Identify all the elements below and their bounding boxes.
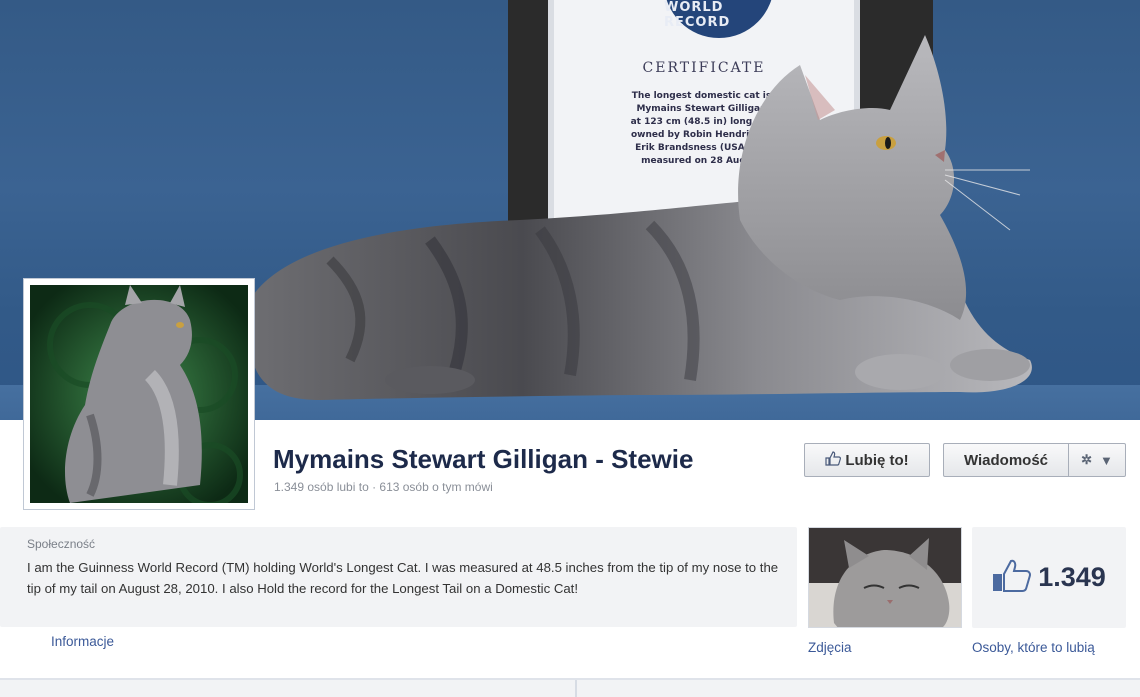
settings-dropdown-button[interactable]: ✲ ▼ xyxy=(1068,443,1126,477)
info-link[interactable]: Informacje xyxy=(51,634,114,649)
chevron-down-icon: ▼ xyxy=(1100,452,1113,468)
like-button-label: Lubię to! xyxy=(845,451,909,469)
column-divider xyxy=(575,680,577,697)
likers-link[interactable]: Osoby, które to lubią xyxy=(972,640,1095,655)
page-category: Społeczność xyxy=(27,537,96,551)
photos-link[interactable]: Zdjęcia xyxy=(808,640,852,655)
gear-icon: ✲ xyxy=(1081,452,1093,467)
thumbs-up-icon xyxy=(825,450,842,470)
profile-picture[interactable] xyxy=(23,278,255,510)
page-description: I am the Guinness World Record (TM) hold… xyxy=(27,560,779,596)
like-button[interactable]: Lubię to! xyxy=(804,443,930,477)
likes-box[interactable]: 1.349 xyxy=(972,527,1126,628)
page-stats: 1.349 osób lubi to · 613 osób o tym mówi xyxy=(274,480,493,494)
thumbs-up-icon xyxy=(992,559,1032,597)
profile-cat-illustration xyxy=(30,285,248,503)
likes-count: 1.349 xyxy=(1038,562,1106,592)
bottom-section-strip xyxy=(0,678,1140,697)
message-button-label: Wiadomość xyxy=(963,451,1049,469)
message-button[interactable]: Wiadomość xyxy=(943,443,1069,477)
profile-image xyxy=(30,285,248,503)
page-title: Mymains Stewart Gilligan - Stewie xyxy=(273,444,694,474)
photo-cat-face xyxy=(809,528,961,627)
photos-thumbnail[interactable] xyxy=(808,527,962,628)
about-box: Społeczność I am the Guinness World Reco… xyxy=(0,527,797,627)
